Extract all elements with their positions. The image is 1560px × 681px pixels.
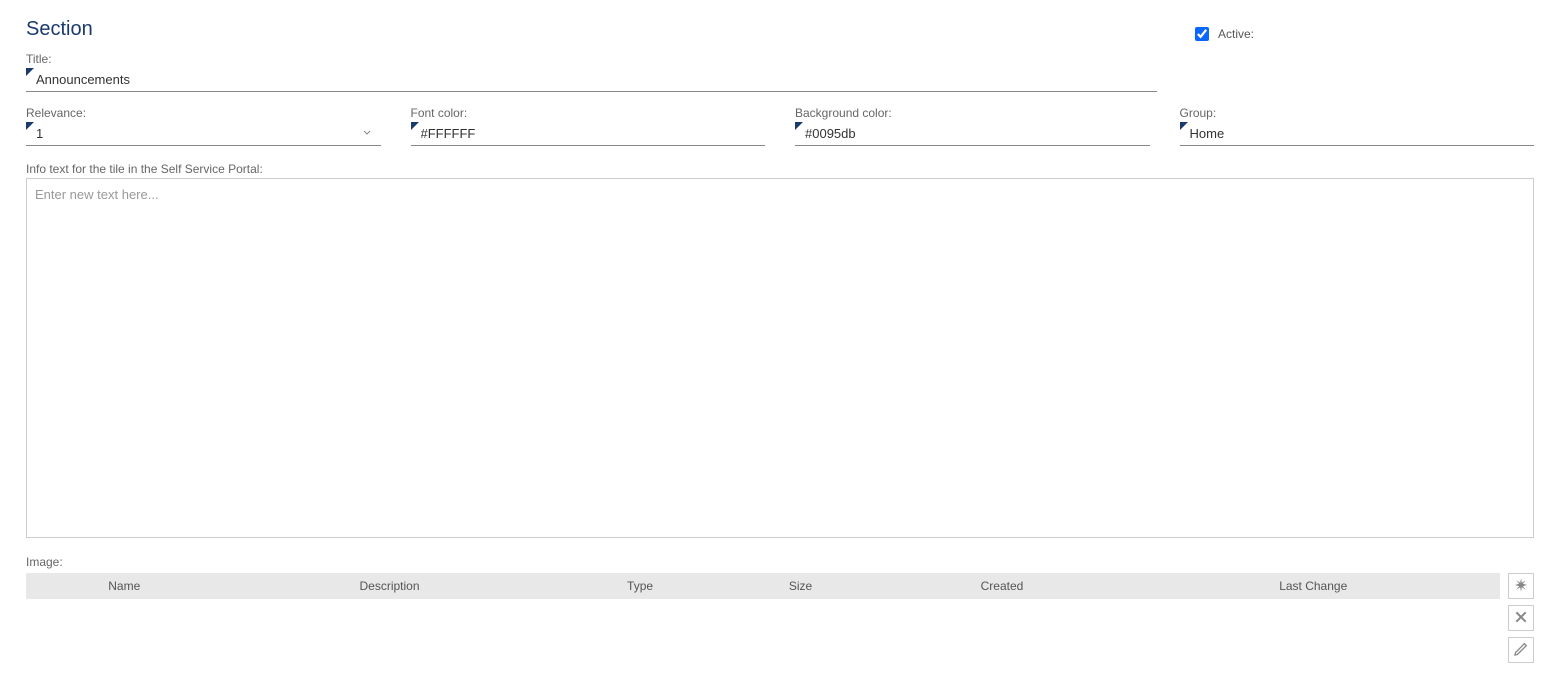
edit-button[interactable] — [1508, 637, 1534, 663]
bg-color-label: Background color: — [795, 106, 1150, 120]
active-checkbox-wrap[interactable]: Active: — [1191, 24, 1254, 44]
group-label: Group: — [1180, 106, 1535, 120]
active-label: Active: — [1218, 27, 1254, 41]
col-last-change[interactable]: Last Change — [1126, 573, 1500, 599]
info-text-area[interactable] — [26, 178, 1534, 538]
col-size[interactable]: Size — [724, 573, 878, 599]
remove-button[interactable] — [1508, 605, 1534, 631]
relevance-label: Relevance: — [26, 106, 381, 120]
font-color-input[interactable] — [411, 122, 766, 146]
bg-color-input[interactable] — [795, 122, 1150, 146]
info-text-label: Info text for the tile in the Self Servi… — [26, 162, 1534, 176]
col-description[interactable]: Description — [222, 573, 556, 599]
font-color-label: Font color: — [411, 106, 766, 120]
title-label: Title: — [26, 52, 1157, 66]
relevance-select[interactable] — [26, 122, 381, 146]
title-input[interactable] — [26, 68, 1157, 92]
asterisk-icon — [1513, 577, 1529, 596]
image-table: Name Description Type Size Created Last … — [26, 573, 1500, 599]
col-type[interactable]: Type — [557, 573, 724, 599]
col-created[interactable]: Created — [877, 573, 1126, 599]
close-icon — [1513, 609, 1529, 628]
active-checkbox[interactable] — [1195, 27, 1209, 41]
group-input[interactable] — [1180, 122, 1535, 146]
add-button[interactable] — [1508, 573, 1534, 599]
image-label: Image: — [26, 555, 1500, 569]
page-title: Section — [26, 18, 93, 41]
col-name[interactable]: Name — [26, 573, 222, 599]
pencil-icon — [1513, 641, 1529, 660]
